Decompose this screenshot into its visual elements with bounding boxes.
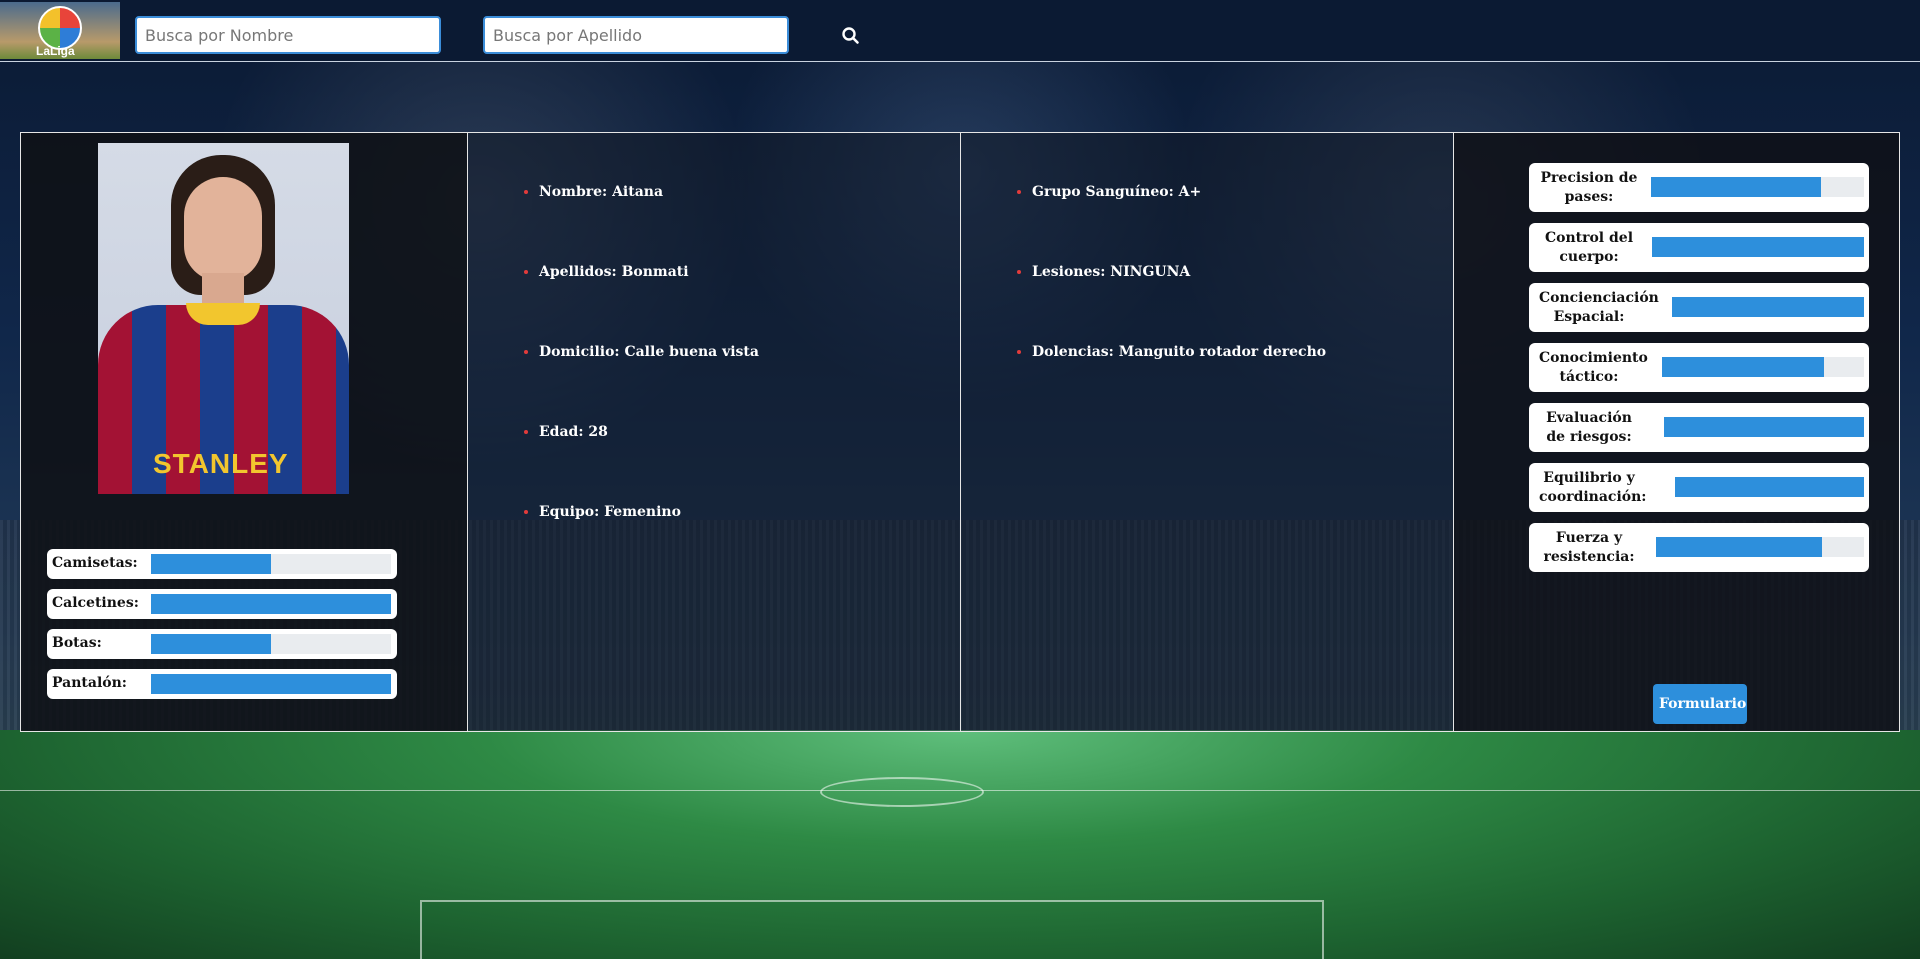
skill-progress-fill <box>1675 477 1864 497</box>
kit-label: Camisetas: <box>52 555 138 571</box>
skill-progress-fill <box>1664 417 1864 437</box>
medical-info-column: Grupo Sanguíneo: A+ Lesiones: NINGUNA Do… <box>960 133 1453 731</box>
medical-info-list: Grupo Sanguíneo: A+ Lesiones: NINGUNA Do… <box>1017 185 1326 425</box>
skill-progress <box>1672 297 1864 317</box>
skill-label: Conocimiento táctico: <box>1539 350 1648 385</box>
photo-face <box>184 177 262 281</box>
skill-progress <box>1675 477 1864 497</box>
formulario-button[interactable]: Formulario <box>1653 684 1747 724</box>
search-button[interactable] <box>838 23 864 49</box>
kit-progress-fill <box>151 674 391 694</box>
photo-collar <box>186 303 260 325</box>
skill-progress <box>1662 357 1864 377</box>
skill-progress-fill <box>1651 177 1822 197</box>
skill-label: Control del cuerpo: <box>1544 230 1634 265</box>
skill-progress <box>1651 177 1864 197</box>
skill-row: Concienciación Espacial: <box>1529 283 1869 332</box>
skill-row: Fuerza y resistencia: <box>1529 523 1869 572</box>
personal-info-list: Nombre: Aitana Apellidos: Bonmati Domici… <box>524 185 759 585</box>
player-card: STANLEY Camisetas: Calcetines: Botas: Pa… <box>20 132 1900 732</box>
kit-label: Botas: <box>52 635 102 651</box>
info-grupo-sanguineo: Grupo Sanguíneo: A+ <box>1017 185 1326 265</box>
kit-progress <box>151 594 391 614</box>
kit-label: Pantalón: <box>52 675 127 691</box>
skill-label: Fuerza y resistencia: <box>1543 530 1635 565</box>
skill-progress-fill <box>1672 297 1864 317</box>
skill-row: Conocimiento táctico: <box>1529 343 1869 392</box>
top-navbar: LaLiga <box>0 0 1920 62</box>
kit-label: Calcetines: <box>52 595 139 611</box>
skill-row: Equilibrio y coordinación: <box>1529 463 1869 512</box>
info-edad: Edad: 28 <box>524 425 759 505</box>
skill-progress <box>1652 237 1864 257</box>
skill-progress <box>1664 417 1864 437</box>
kit-progress <box>151 554 391 574</box>
skill-progress <box>1656 537 1864 557</box>
kit-progress-fill <box>151 554 271 574</box>
skill-label: Evaluación de riesgos: <box>1546 410 1632 445</box>
player-photo: STANLEY <box>98 143 349 494</box>
skill-row: Evaluación de riesgos: <box>1529 403 1869 452</box>
kit-progress-fill <box>151 634 271 654</box>
search-surname-input[interactable] <box>483 16 789 54</box>
centre-circle <box>820 777 984 807</box>
info-domicilio: Domicilio: Calle buena vista <box>524 345 759 425</box>
kit-row-calcetines: Calcetines: <box>47 589 397 619</box>
info-dolencias: Dolencias: Manguito rotador derecho <box>1017 345 1326 425</box>
skill-progress-fill <box>1656 537 1823 557</box>
kit-row-camisetas: Camisetas: <box>47 549 397 579</box>
search-name-input[interactable] <box>135 16 441 54</box>
player-photo-column: STANLEY Camisetas: Calcetines: Botas: Pa… <box>21 133 467 731</box>
kit-progress <box>151 634 391 654</box>
skill-progress-fill <box>1662 357 1824 377</box>
skill-row: Precision de pases: <box>1529 163 1869 212</box>
laliga-logo[interactable]: LaLiga <box>0 2 120 59</box>
kit-row-pantalon: Pantalón: <box>47 669 397 699</box>
skill-progress-fill <box>1652 237 1864 257</box>
info-apellidos: Apellidos: Bonmati <box>524 265 759 345</box>
halfway-line <box>0 790 1920 791</box>
football-pitch <box>0 730 1920 959</box>
info-equipo: Equipo: Femenino <box>524 505 759 585</box>
search-icon <box>842 27 859 44</box>
penalty-area <box>420 900 1324 959</box>
skill-label: Concienciación Espacial: <box>1539 290 1659 325</box>
skills-column: Precision de pases: Control del cuerpo: … <box>1453 133 1899 731</box>
skill-label: Precision de pases: <box>1540 170 1638 205</box>
jersey-sponsor-graphic: STANLEY <box>153 448 289 479</box>
kit-row-botas: Botas: <box>47 629 397 659</box>
skill-row: Control del cuerpo: <box>1529 223 1869 272</box>
logo-text: LaLiga <box>36 44 75 58</box>
info-nombre: Nombre: Aitana <box>524 185 759 265</box>
kit-progress <box>151 674 391 694</box>
personal-info-column: Nombre: Aitana Apellidos: Bonmati Domici… <box>467 133 960 731</box>
skill-label: Equilibrio y coordinación: <box>1539 470 1647 505</box>
info-lesiones: Lesiones: NINGUNA <box>1017 265 1326 345</box>
kit-progress-fill <box>151 594 391 614</box>
